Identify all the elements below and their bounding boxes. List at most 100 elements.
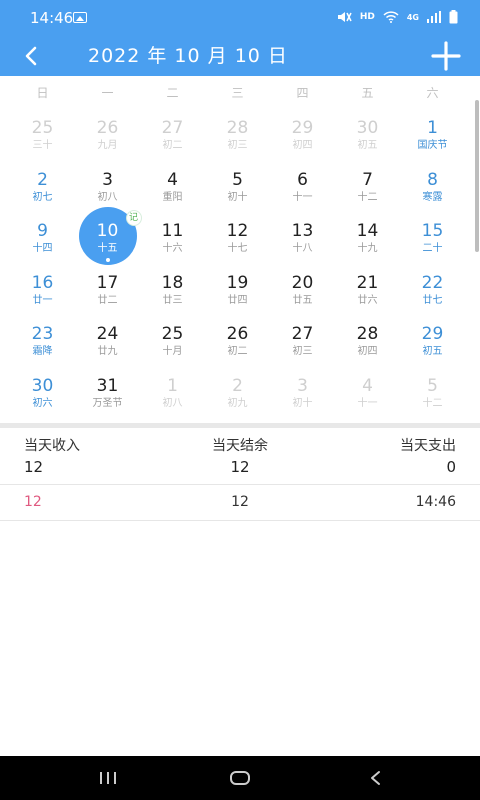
calendar-day[interactable]: 27 初二	[140, 117, 205, 169]
day-number: 1	[167, 375, 178, 396]
day-lunar-label: 初二	[162, 140, 183, 151]
calendar-day[interactable]: 18 廿三	[140, 272, 205, 324]
calendar-day[interactable]: 23 霜降	[10, 323, 75, 375]
day-number: 16	[31, 272, 54, 293]
day-lunar-label: 国庆节	[417, 140, 448, 151]
balance-label: 当天结余	[212, 438, 268, 454]
calendar-day[interactable]: 9 十四	[10, 220, 75, 272]
day-lunar-label: 廿六	[357, 294, 378, 306]
day-lunar-label: 寒露	[422, 191, 443, 203]
record-row[interactable]: 12 12 14:46	[0, 486, 480, 520]
record-indicator-dot	[105, 258, 110, 262]
calendar-day[interactable]: 24 廿九	[75, 323, 140, 375]
divider	[0, 484, 480, 485]
day-lunar-label: 霜降	[32, 346, 53, 357]
calendar-day[interactable]: 2 初九	[205, 375, 270, 427]
day-number: 13	[291, 221, 314, 241]
calendar-day[interactable]: 5 初十	[205, 169, 270, 221]
day-number: 2	[232, 375, 243, 396]
calendar-week-row: 2 初七 3 初八 4 重阳 5 初十 6 十一 7 十二 8 寒露	[10, 169, 465, 221]
chevron-left-icon	[25, 46, 37, 66]
calendar-day-selected[interactable]: 10 十五记	[75, 207, 142, 272]
calendar-day[interactable]: 27 初三	[270, 323, 335, 375]
home-button[interactable]	[210, 756, 270, 800]
status-time: 14:46	[30, 9, 74, 27]
day-number: 30	[31, 375, 54, 396]
day-number: 21	[356, 272, 379, 293]
calendar-day[interactable]: 15 二十	[400, 220, 465, 272]
day-number: 29	[291, 118, 314, 138]
day-lunar-label: 初五	[422, 346, 443, 357]
network-type: 4G	[406, 12, 419, 22]
calendar-day[interactable]: 30 初六	[10, 375, 75, 427]
calendar-day[interactable]: 17 廿二	[75, 272, 140, 324]
calendar-day[interactable]: 3 初十	[270, 375, 335, 427]
status-bar: 14:46 HD 4G	[0, 0, 480, 36]
weekday-thu: 四	[296, 86, 309, 100]
record-balance: 12	[231, 494, 249, 510]
expense-summary: 当天支出 0	[400, 436, 456, 477]
day-lunar-label: 十六	[162, 243, 183, 254]
calendar-day[interactable]: 1 国庆节	[400, 117, 465, 169]
calendar-day[interactable]: 4 重阳	[140, 169, 205, 221]
day-number: 19	[226, 272, 249, 293]
calendar-day[interactable]: 11 十六	[140, 220, 205, 272]
calendar-day[interactable]: 20 廿五	[270, 272, 335, 324]
calendar-day[interactable]: 8 寒露	[400, 169, 465, 221]
day-lunar-label: 廿二	[97, 294, 118, 306]
calendar-day[interactable]: 25 十月	[140, 323, 205, 375]
day-number: 12	[226, 221, 249, 241]
calendar-day[interactable]: 22 廿七	[400, 272, 465, 324]
day-number: 28	[226, 118, 249, 138]
calendar-day[interactable]: 28 初四	[335, 323, 400, 375]
calendar-day[interactable]: 16 廿一	[10, 272, 75, 324]
weekday-fri: 五	[361, 86, 374, 100]
day-lunar-label: 初八	[162, 397, 183, 409]
calendar-day[interactable]: 25 三十	[10, 117, 75, 169]
plus-icon	[431, 41, 461, 71]
back-nav-button[interactable]	[346, 756, 406, 800]
calendar-day[interactable]: 30 初五	[335, 117, 400, 169]
battery-icon	[449, 10, 458, 24]
add-record-button[interactable]	[428, 38, 464, 74]
daily-summary: 当天收入 12 当天结余 12 当天支出 0	[0, 436, 480, 484]
calendar-day[interactable]: 5 十二	[400, 375, 465, 427]
calendar-day[interactable]: 12 十七	[205, 220, 270, 272]
recents-button[interactable]	[78, 756, 138, 800]
day-number: 11	[161, 221, 184, 241]
calendar-day[interactable]: 31 万圣节	[75, 375, 140, 427]
record-income: 12	[24, 494, 42, 510]
calendar-day[interactable]: 29 初五	[400, 323, 465, 375]
weekday-tue: 二	[166, 86, 179, 100]
day-lunar-label: 九月	[97, 140, 118, 151]
weekday-sun: 日	[36, 86, 49, 100]
calendar-day[interactable]: 6 十一	[270, 169, 335, 221]
calendar-week-row: 30 初六 31 万圣节 1 初八 2 初九 3 初十 4 十一 5 十二	[10, 375, 465, 427]
income-label: 当天收入	[24, 438, 80, 454]
calendar-day[interactable]: 14 十九	[335, 220, 400, 272]
day-number: 8	[427, 169, 438, 190]
calendar-day[interactable]: 29 初四	[270, 117, 335, 169]
weekday-mon: 一	[101, 86, 114, 100]
day-lunar-label: 廿七	[422, 294, 443, 306]
weekday-header: 日 一 二 三 四 五 六	[10, 84, 465, 106]
day-lunar-label: 十二	[357, 191, 378, 203]
calendar-day[interactable]: 21 廿六	[335, 272, 400, 324]
day-lunar-label: 廿九	[97, 346, 118, 357]
day-number: 3	[102, 169, 113, 190]
back-button[interactable]	[14, 39, 48, 73]
calendar-day[interactable]: 28 初三	[205, 117, 270, 169]
calendar-day[interactable]: 19 廿四	[205, 272, 270, 324]
day-lunar-label: 十二	[422, 397, 443, 409]
day-number: 29	[421, 324, 444, 344]
calendar-day[interactable]: 7 十二	[335, 169, 400, 221]
calendar-day[interactable]: 26 九月	[75, 117, 140, 169]
calendar-day[interactable]: 4 十一	[335, 375, 400, 427]
calendar-day[interactable]: 2 初七	[10, 169, 75, 221]
calendar-day[interactable]: 13 十八	[270, 220, 335, 272]
recents-icon	[100, 772, 116, 784]
calendar-day[interactable]: 1 初八	[140, 375, 205, 427]
income-summary: 当天收入 12	[24, 436, 80, 477]
calendar-day[interactable]: 26 初二	[205, 323, 270, 375]
scrollbar[interactable]	[475, 100, 479, 252]
